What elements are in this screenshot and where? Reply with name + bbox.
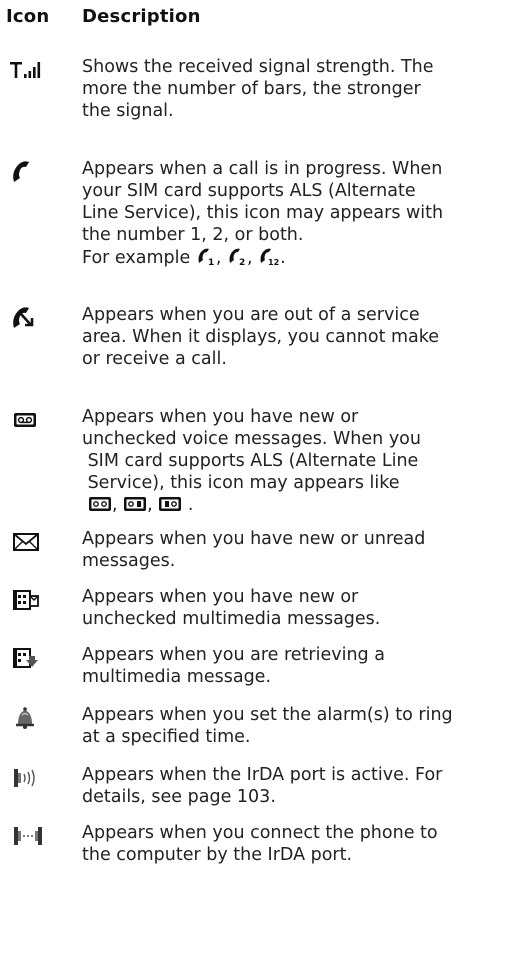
row-description: Appears when you are retrieving a multim… — [82, 645, 385, 687]
call-line-12-icon: 12 — [258, 246, 280, 272]
irda-connected-icon — [8, 822, 56, 850]
row-description: Appears when a call is in progress. When… — [82, 158, 502, 272]
irda-active-icon — [8, 764, 56, 792]
voicemail-icon — [8, 406, 56, 434]
column-header-icon: Icon — [6, 6, 50, 27]
call-line-1-icon: 1 — [196, 246, 216, 272]
voicemail-line-both-icon — [88, 495, 112, 519]
row-description: Appears when you have new or unchecked m… — [82, 587, 381, 629]
call-in-progress-icon — [8, 158, 56, 186]
column-header-description: Description — [82, 6, 201, 27]
row-description: Appears when you connect the phone to th… — [82, 823, 438, 865]
envelope-icon — [8, 528, 56, 556]
signal-strength-icon — [8, 56, 56, 84]
row-description: Appears when you are out of a service ar… — [82, 305, 440, 369]
row-description: Appears when you have new or unchecked v… — [82, 406, 502, 519]
multimedia-message-icon — [8, 586, 56, 614]
svg-text:2: 2 — [239, 258, 245, 266]
voicemail-line-1-icon — [123, 495, 147, 519]
row-description: Appears when you set the alarm(s) to rin… — [82, 705, 453, 747]
row-description: Appears when you have new or unread mess… — [82, 529, 426, 571]
row-description: Shows the received signal strength. The … — [82, 57, 434, 121]
example-line: , , . — [82, 494, 502, 519]
row-description: Appears when the IrDA port is active. Fo… — [82, 765, 443, 807]
alarm-icon — [8, 704, 56, 732]
no-service-icon — [8, 304, 56, 332]
retrieving-multimedia-icon — [8, 644, 56, 672]
svg-text:12: 12 — [268, 258, 279, 266]
call-line-2-icon: 2 — [227, 246, 247, 272]
voicemail-line-2-icon — [158, 495, 182, 519]
example-line: For example 1, 2, 12. — [82, 246, 502, 272]
svg-text:1: 1 — [208, 258, 214, 266]
